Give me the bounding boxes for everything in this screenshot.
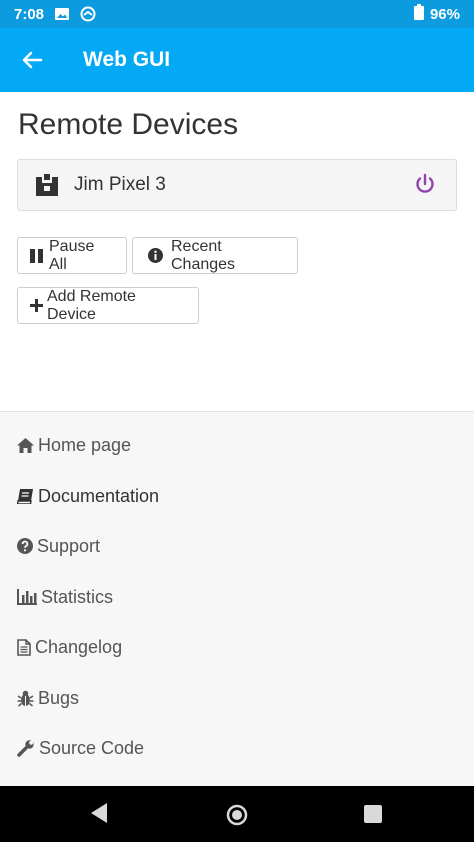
footer-links: Home page Documentation Support Statisti… <box>0 411 474 787</box>
app-bar: Web GUI <box>0 28 474 92</box>
footer-link-documentation[interactable]: Documentation <box>17 481 159 511</box>
footer-link-support[interactable]: Support <box>17 531 100 561</box>
book-icon <box>17 488 34 504</box>
arrow-left-icon <box>21 49 43 71</box>
status-bar: 7:08 96% <box>0 0 474 28</box>
home-circle-icon[interactable] <box>225 803 249 827</box>
footer-link-label: Changelog <box>35 636 123 657</box>
info-circle-icon <box>148 248 163 263</box>
recents-square-icon[interactable] <box>364 805 382 823</box>
footer-link-label: Bugs <box>38 687 80 708</box>
back-button[interactable] <box>0 28 64 92</box>
power-icon[interactable] <box>414 173 436 195</box>
image-icon <box>54 6 70 22</box>
footer-link-source-code[interactable]: Source Code <box>17 733 144 763</box>
recent-changes-button[interactable]: Recent Changes <box>132 237 298 274</box>
bar-chart-icon <box>17 589 37 605</box>
page-title: Remote Devices <box>18 108 239 141</box>
device-identicon <box>36 174 58 196</box>
footer-link-changelog[interactable]: Changelog <box>17 632 122 662</box>
footer-link-label: Source Code <box>39 737 145 758</box>
remote-device-row[interactable]: Jim Pixel 3 <box>17 159 457 211</box>
footer-link-label: Home page <box>38 434 132 455</box>
pause-icon <box>30 248 43 263</box>
sync-icon <box>80 6 96 22</box>
device-name: Jim Pixel 3 <box>74 174 166 195</box>
system-navigation-bar <box>0 786 474 842</box>
add-remote-device-label: Add Remote Device <box>47 287 136 323</box>
question-circle-icon <box>17 538 33 554</box>
app-title: Web GUI <box>83 48 171 71</box>
pause-all-label: Pause All <box>49 237 95 273</box>
pause-all-button[interactable]: Pause All <box>17 237 127 274</box>
home-icon <box>17 437 34 453</box>
main-content: Remote Devices Jim Pixel 3 Pause All Rec… <box>0 92 474 412</box>
bug-icon <box>17 690 34 707</box>
wrench-icon <box>17 739 35 757</box>
battery-icon <box>413 4 424 24</box>
footer-link-bugs[interactable]: Bugs <box>17 683 79 713</box>
file-text-icon <box>17 638 31 656</box>
footer-link-label: Statistics <box>41 586 114 607</box>
footer-link-label: Support <box>37 535 101 556</box>
footer-link-statistics[interactable]: Statistics <box>17 582 113 612</box>
plus-icon <box>30 299 43 312</box>
status-time: 7:08 <box>14 5 45 23</box>
back-triangle-icon[interactable] <box>89 802 109 824</box>
add-remote-device-button[interactable]: Add Remote Device <box>17 287 199 324</box>
battery-level: 96% <box>429 5 460 23</box>
recent-changes-label: Recent Changes <box>171 237 236 273</box>
footer-link-label: Documentation <box>38 485 160 506</box>
footer-link-home-page[interactable]: Home page <box>17 430 131 460</box>
